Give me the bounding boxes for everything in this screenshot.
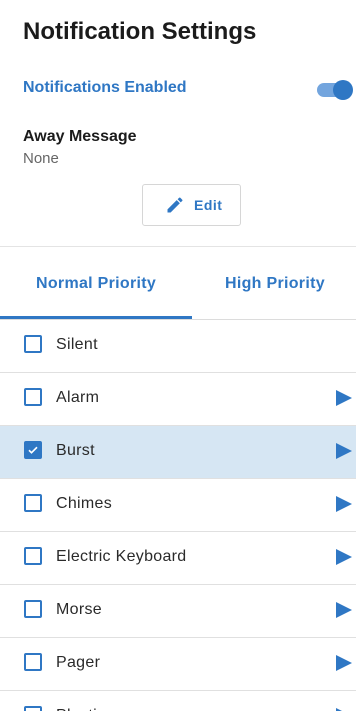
page-title: Notification Settings — [23, 18, 257, 45]
check-icon — [28, 446, 38, 454]
sound-row[interactable]: Pager — [0, 638, 358, 691]
sound-label: Pager — [56, 654, 101, 671]
tab-high-priority-label: High Priority — [225, 275, 325, 292]
tab-high-priority[interactable]: High Priority — [192, 247, 358, 319]
tab-normal-priority[interactable]: Normal Priority — [0, 247, 192, 319]
away-message-title: Away Message — [23, 128, 137, 145]
sound-label: Alarm — [56, 389, 100, 406]
sound-row[interactable]: Electric Keyboard — [0, 532, 358, 585]
notifications-enabled-row: Notifications Enabled — [0, 72, 358, 106]
sound-row[interactable]: Chimes — [0, 479, 358, 532]
sound-row[interactable]: Morse — [0, 585, 358, 638]
sound-label: Playtime — [56, 707, 120, 711]
sound-row[interactable]: Alarm — [0, 373, 358, 426]
sound-checkbox[interactable] — [24, 388, 42, 406]
sound-row[interactable]: Silent — [0, 320, 358, 373]
settings-header: Notification Settings Notifications Enab… — [0, 0, 358, 246]
sound-row[interactable]: Burst — [0, 426, 358, 479]
sound-row[interactable]: Playtime — [0, 691, 358, 711]
sound-label: Chimes — [56, 495, 113, 512]
sound-checkbox[interactable] — [24, 547, 42, 565]
play-icon[interactable] — [336, 655, 352, 671]
play-icon[interactable] — [336, 549, 352, 565]
priority-tabs: Normal Priority High Priority — [0, 247, 358, 319]
sound-checkbox[interactable] — [24, 706, 42, 711]
notifications-enabled-label: Notifications Enabled — [23, 79, 187, 96]
away-message-value: None — [23, 150, 59, 167]
toggle-thumb — [333, 80, 353, 100]
play-icon[interactable] — [336, 390, 352, 406]
play-icon[interactable] — [336, 602, 352, 618]
sound-label: Silent — [56, 336, 98, 353]
play-icon[interactable] — [336, 496, 352, 512]
sound-checkbox[interactable] — [24, 600, 42, 618]
edit-button[interactable]: Edit — [142, 184, 241, 226]
sound-checkbox[interactable] — [24, 335, 42, 353]
tab-normal-priority-label: Normal Priority — [36, 275, 157, 292]
notification-settings-screen: Notification Settings Notifications Enab… — [0, 0, 358, 711]
play-icon[interactable] — [336, 443, 352, 459]
edit-button-label: Edit — [194, 197, 223, 213]
sound-checkbox[interactable] — [24, 441, 42, 459]
sound-label: Morse — [56, 601, 102, 618]
sound-label: Electric Keyboard — [56, 548, 187, 565]
sound-checkbox[interactable] — [24, 494, 42, 512]
notifications-toggle[interactable] — [317, 80, 353, 100]
sound-checkbox[interactable] — [24, 653, 42, 671]
sound-label: Burst — [56, 442, 95, 459]
pencil-icon — [165, 195, 185, 215]
